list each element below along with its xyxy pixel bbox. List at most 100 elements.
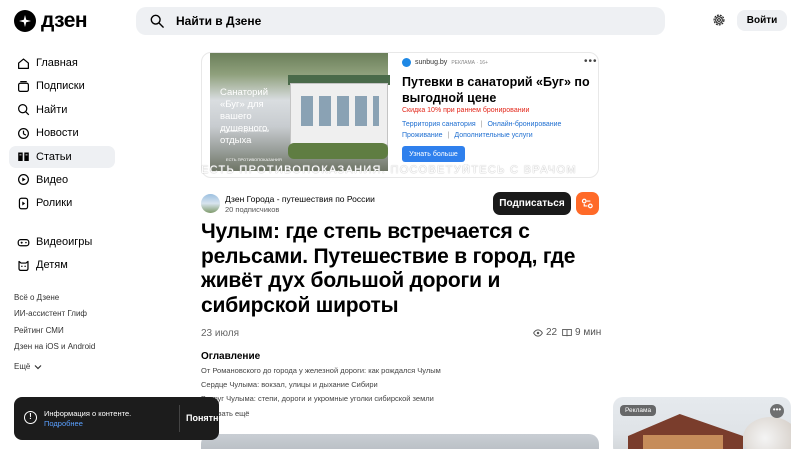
- kebab-menu-icon[interactable]: •••: [584, 56, 598, 67]
- toc-item[interactable]: От Романовского до города у железной дор…: [201, 366, 441, 380]
- sidebar-item-label: Детям: [36, 259, 68, 272]
- sidebar-item-label: Главная: [36, 57, 78, 69]
- gear-icon[interactable]: [712, 13, 726, 27]
- home-icon: [18, 57, 29, 69]
- article-title: Чулым: где степь встречается с рельсами.…: [201, 220, 576, 317]
- divider: |: [480, 121, 483, 128]
- shorts-icon: [18, 197, 29, 210]
- sidebar-item-label: Ролики: [36, 197, 73, 210]
- ad-badge: Реклама: [620, 405, 657, 416]
- ad-link-booking[interactable]: Онлайн-бронирование: [487, 121, 561, 128]
- views-value: 22: [546, 327, 558, 338]
- share-button[interactable]: [576, 192, 599, 215]
- content-info-label: Информация о контенте.: [44, 409, 132, 418]
- ad-source-label: РЕКЛАМА · 16+: [451, 59, 488, 66]
- more-label: Ещё: [14, 361, 31, 371]
- toc-title: Оглавление: [201, 351, 261, 362]
- sidebar-item-video[interactable]: Видео: [9, 169, 115, 191]
- ad-links: Территория санатория | Онлайн-бронирование…: [402, 119, 592, 141]
- content-info-link[interactable]: Подробнее: [44, 419, 131, 429]
- sidebar-item-label: Найти: [36, 103, 68, 116]
- articles-icon: [18, 152, 29, 162]
- video-icon: [18, 174, 29, 186]
- sidebar-item-search[interactable]: Найти: [9, 99, 115, 121]
- ad-source-domain: sunbug.by: [415, 59, 448, 66]
- ad-link-territory[interactable]: Территория санатория: [402, 121, 476, 128]
- sidebar-item-label: Видеоигры: [36, 236, 93, 248]
- divider: |: [447, 132, 450, 139]
- sidebar-item-label: Подписки: [36, 80, 85, 93]
- views-count: 22: [533, 327, 557, 338]
- search-bar[interactable]: [136, 7, 665, 35]
- ad-image-flowers: [288, 143, 388, 159]
- gamepad-icon: [17, 238, 30, 246]
- link-about-zen[interactable]: Всё о Дзене: [14, 293, 95, 309]
- article-image: [201, 434, 599, 449]
- sidebar-item-kids[interactable]: Детям: [9, 254, 115, 276]
- side-ad-image-wall: [643, 435, 723, 449]
- ad-image-caption: Ромашки, Брусниченский: [222, 128, 270, 133]
- read-time: 9 мин: [562, 327, 601, 338]
- sidebar-item-articles[interactable]: Статьи: [9, 145, 115, 168]
- content-info-text: Информация о контенте. Подробнее: [44, 409, 131, 429]
- ad-image-footer: ЕСТЬ ПРОТИВОПОКАЗАНИЯ: [226, 157, 282, 162]
- ad-link-accommodation[interactable]: Проживание: [402, 132, 443, 139]
- sidebar-footer-links: Всё о Дзене ИИ-ассистент Глиф Рейтинг СМ…: [14, 293, 95, 375]
- ad-image[interactable]: Санаторий «Буг» для вашего душевного отд…: [210, 53, 390, 171]
- channel-name[interactable]: Дзен Города - путешествия по России: [225, 194, 375, 204]
- toc-item[interactable]: Вокруг Чулыма: степи, дороги и укромные …: [201, 394, 441, 408]
- search-icon: [18, 104, 30, 116]
- ad-source[interactable]: sunbug.by РЕКЛАМА · 16+: [402, 58, 488, 67]
- ad-title[interactable]: Путевки в санаторий «Буг» по выгодной це…: [402, 75, 592, 106]
- channel-avatar[interactable]: [201, 194, 220, 213]
- book-icon: [562, 328, 572, 337]
- ad-image-title: Санаторий «Буг» для вашего душевного отд…: [220, 87, 268, 146]
- news-icon: [18, 127, 29, 139]
- share-icon: [581, 198, 593, 209]
- subscriptions-icon: [18, 80, 29, 92]
- chevron-down-icon: [34, 364, 42, 370]
- search-icon: [150, 14, 164, 28]
- sidebar-item-news[interactable]: Новости: [9, 122, 115, 144]
- read-time-value: 9 мин: [575, 327, 602, 338]
- sidebar-item-label: Статьи: [36, 150, 72, 163]
- ad-image-building: [290, 83, 388, 145]
- info-icon: !: [24, 411, 37, 424]
- divider: [179, 405, 180, 432]
- eye-icon: [533, 328, 543, 337]
- logo-text: дзен: [41, 9, 88, 32]
- toc-show-more[interactable]: Показать ещё: [201, 409, 441, 423]
- zen-logo-icon: [14, 10, 36, 32]
- sidebar-item-videogames[interactable]: Видеоигры: [9, 231, 115, 253]
- more-link[interactable]: Ещё: [14, 359, 95, 375]
- dismiss-button[interactable]: Понятно: [182, 408, 228, 428]
- sidebar-item-subscriptions[interactable]: Подписки: [9, 75, 115, 97]
- sidebar-item-label: Новости: [36, 127, 79, 140]
- login-button[interactable]: Войти: [737, 10, 787, 31]
- table-of-contents: От Романовского до города у железной дор…: [201, 366, 441, 423]
- ad-discount: Скидка 10% при раннем бронировании: [402, 107, 530, 114]
- sidebar-item-shorts[interactable]: Ролики: [9, 192, 115, 214]
- channel-subscribers: 20 подписчиков: [225, 205, 280, 214]
- sidebar-item-home[interactable]: Главная: [9, 52, 115, 74]
- search-input[interactable]: [176, 14, 636, 28]
- kebab-menu-icon[interactable]: •••: [770, 404, 784, 418]
- link-media-rating[interactable]: Рейтинг СМИ: [14, 326, 95, 342]
- link-ai-assistant[interactable]: ИИ-ассистент Глиф: [14, 309, 95, 325]
- ad-link-services[interactable]: Дополнительные услуги: [454, 132, 532, 139]
- sidebar-nav-secondary: Видеоигры Детям: [9, 231, 115, 278]
- ad-learn-more-button[interactable]: Узнать больше: [402, 146, 465, 162]
- sidebar-nav: Главная Подписки Найти Новости Статьи Ви…: [9, 52, 115, 216]
- side-ad-image-lamp: [743, 417, 791, 449]
- zen-logo[interactable]: дзен: [14, 9, 88, 33]
- ad-source-icon: [402, 58, 411, 67]
- toc-item[interactable]: Сердце Чулыма: вокзал, улицы и дыхание С…: [201, 380, 441, 394]
- side-ad-card[interactable]: Реклама •••: [613, 397, 791, 449]
- content-info-banner: ! Информация о контенте. Подробнее Понят…: [14, 397, 224, 440]
- ad-banner[interactable]: Санаторий «Буг» для вашего душевного отд…: [201, 52, 599, 178]
- kids-icon: [18, 260, 29, 271]
- ad-warning: ЕСТЬ ПРОТИВОПОКАЗАНИЯ. ПОСОВЕТУЙТЕСЬ С В…: [201, 164, 577, 176]
- link-mobile-apps[interactable]: Дзен на iOS и Android: [14, 342, 95, 358]
- sidebar-item-label: Видео: [36, 173, 69, 186]
- subscribe-button[interactable]: Подписаться: [493, 192, 571, 215]
